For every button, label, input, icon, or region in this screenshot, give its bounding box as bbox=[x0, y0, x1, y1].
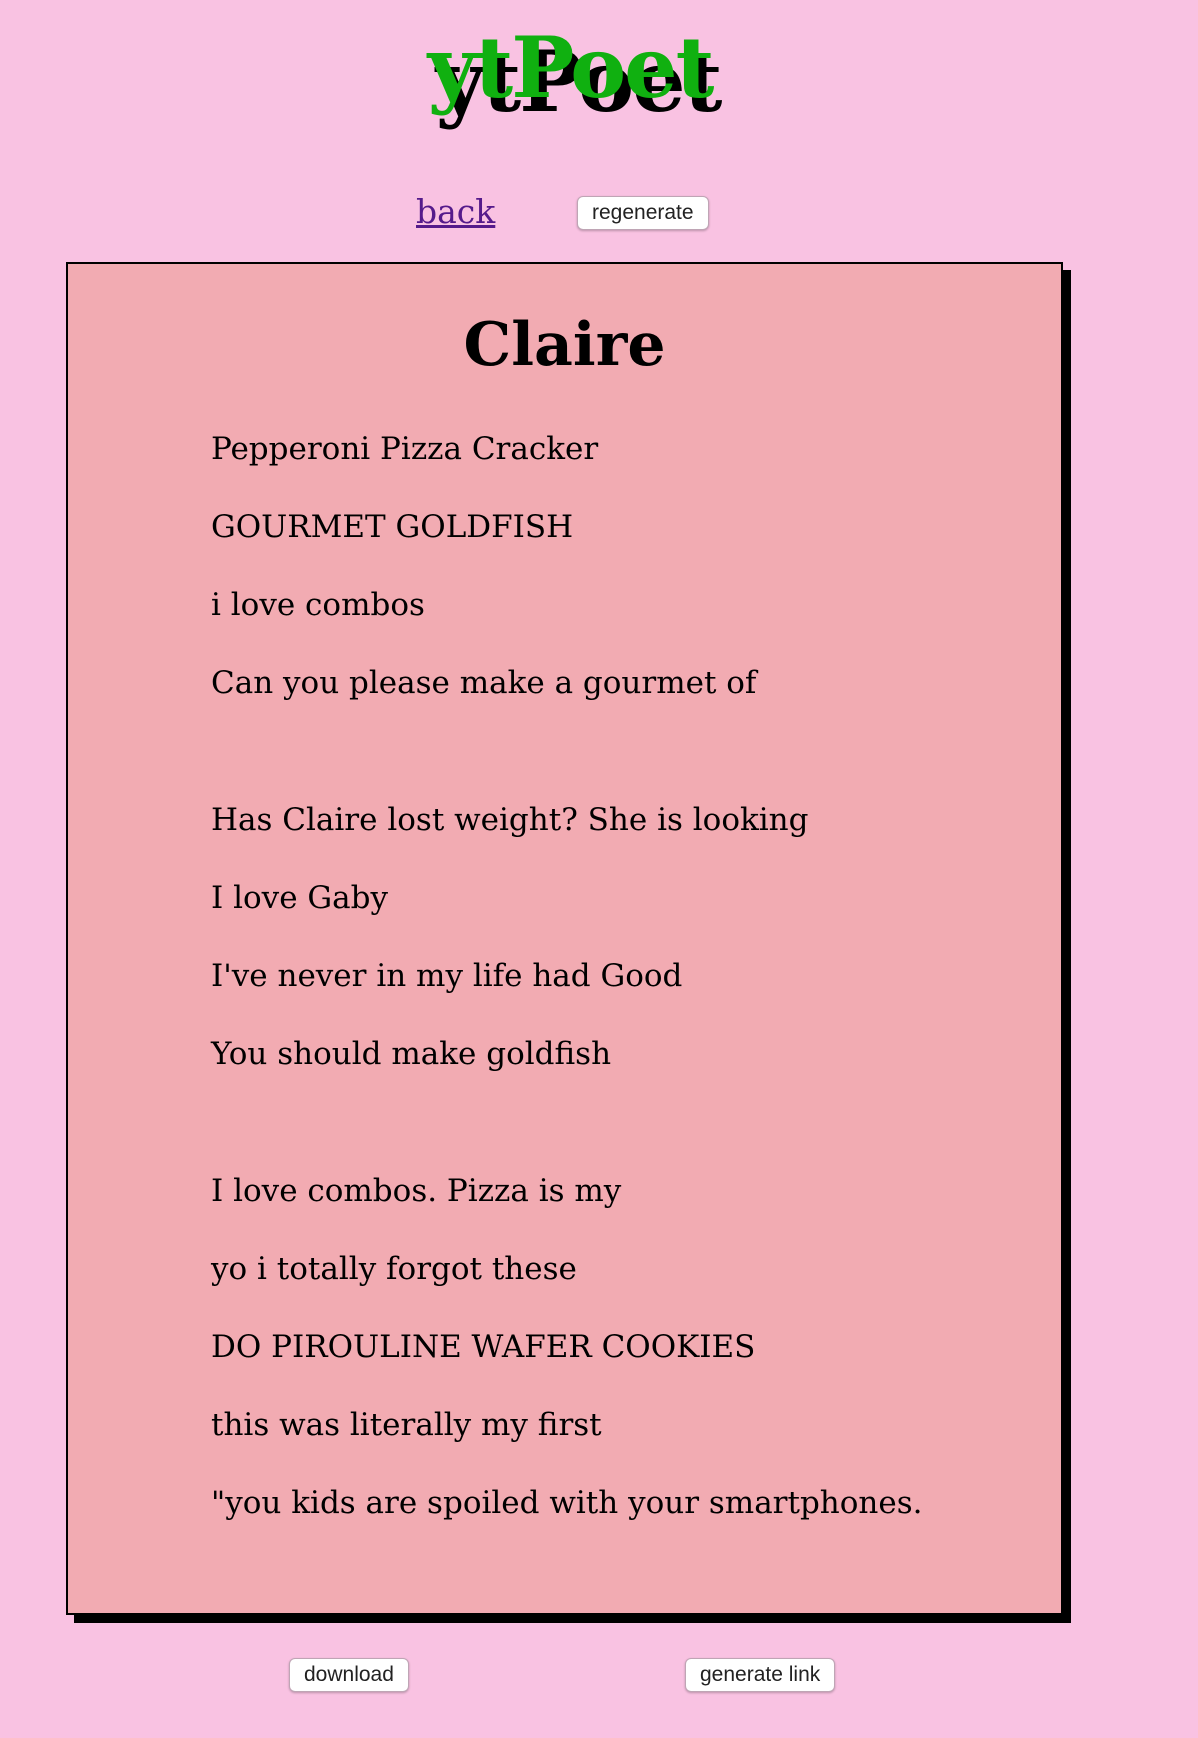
poem-body: Pepperoni Pizza Cracker GOURMET GOLDFISH i… bbox=[211, 429, 923, 1620]
poem-line: I've never in my life had Good bbox=[211, 958, 683, 994]
poem-line: Pepperoni Pizza Cracker bbox=[211, 431, 599, 467]
poem-stanza: I love combos. Pizza is my yo i totally f… bbox=[211, 1171, 923, 1561]
poem-line: "you kids are spoiled with your smartpho… bbox=[211, 1485, 923, 1521]
back-link[interactable]: back bbox=[416, 192, 495, 231]
poem-line: Can you please make a gourmet of bbox=[211, 665, 757, 701]
regenerate-button[interactable]: regenerate bbox=[577, 196, 709, 230]
poem-line: DO PIROULINE WAFER COOKIES bbox=[211, 1329, 756, 1365]
poem-line: I love Gaby bbox=[211, 880, 388, 916]
poem-stanza: Has Claire lost weight? She is looking I … bbox=[211, 800, 923, 1112]
poem-line: yo i totally forgot these bbox=[211, 1251, 577, 1287]
app-logo: ytPoet bbox=[427, 18, 715, 117]
generate-link-button[interactable]: generate link bbox=[685, 1658, 836, 1692]
poem-line: Has Claire lost weight? She is looking bbox=[211, 802, 809, 838]
poem-stanza: Pepperoni Pizza Cracker GOURMET GOLDFISH i… bbox=[211, 429, 923, 741]
poem-line: this was literally my first bbox=[211, 1407, 602, 1443]
poem-line: I love combos. Pizza is my bbox=[211, 1173, 622, 1209]
poem-line: GOURMET GOLDFISH bbox=[211, 509, 574, 545]
download-button[interactable]: download bbox=[289, 1658, 409, 1692]
poem-card: Claire Pepperoni Pizza Cracker GOURMET GO… bbox=[66, 262, 1063, 1615]
poem-line: You should make goldfish bbox=[211, 1036, 612, 1072]
poem-title: Claire bbox=[463, 310, 666, 380]
poem-line: i love combos bbox=[211, 587, 425, 623]
